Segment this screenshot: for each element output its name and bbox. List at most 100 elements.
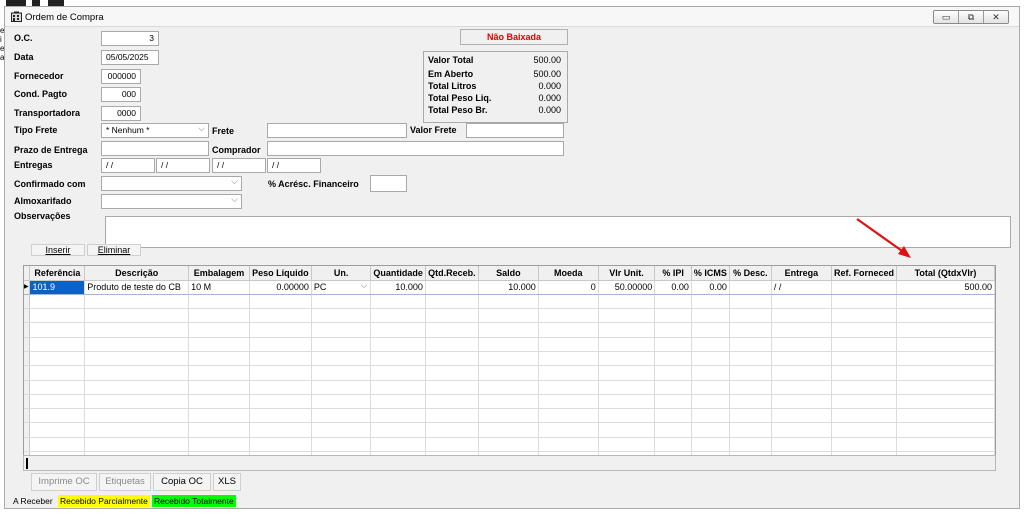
table-row[interactable]	[24, 394, 995, 410]
grid-cell[interactable]	[654, 422, 692, 438]
grid-cell[interactable]	[538, 308, 599, 324]
grid-cell[interactable]	[771, 394, 833, 410]
cell-qtd-receb[interactable]	[425, 279, 479, 295]
grid-cell[interactable]	[188, 322, 250, 338]
grid-cell[interactable]	[188, 308, 250, 324]
cell-ipi[interactable]: 0.00	[654, 279, 692, 295]
grid-cell[interactable]	[598, 365, 656, 381]
grid-cell[interactable]	[771, 337, 833, 352]
grid-cell[interactable]	[311, 365, 372, 381]
grid-cell[interactable]	[188, 351, 250, 367]
cell-peso-liquido[interactable]: 0.00000	[249, 279, 312, 295]
grid-cell[interactable]	[311, 380, 372, 395]
grid-cell[interactable]	[729, 365, 772, 381]
grid-cell[interactable]	[425, 380, 479, 395]
column-header[interactable]: % IPI	[654, 266, 692, 281]
column-header[interactable]: Un.	[311, 266, 372, 281]
tipo-frete-select[interactable]: * Nenhum *	[101, 123, 209, 138]
cell-referencia[interactable]: 101.9	[29, 279, 86, 295]
table-row[interactable]	[24, 422, 995, 438]
grid-cell[interactable]	[771, 294, 833, 310]
grid-cell[interactable]	[691, 337, 730, 352]
cell-unidade-select[interactable]: PC	[311, 279, 372, 295]
grid-cell[interactable]	[425, 422, 479, 438]
grid-cell[interactable]	[691, 394, 730, 410]
grid-cell[interactable]	[691, 365, 730, 381]
column-header[interactable]: % ICMS	[691, 266, 730, 281]
grid-cell[interactable]	[84, 322, 190, 338]
cell-moeda[interactable]: 0	[538, 279, 599, 295]
grid-cell[interactable]	[425, 294, 479, 310]
table-row[interactable]	[24, 365, 995, 381]
cell-total[interactable]: 500.00	[896, 279, 995, 295]
date-field[interactable]: 05/05/2025	[101, 50, 159, 65]
grid-cell[interactable]	[691, 322, 730, 338]
grid-cell[interactable]	[729, 380, 772, 395]
cell-vlr-unit[interactable]: 50.00000	[598, 279, 656, 295]
column-header[interactable]: Saldo	[478, 266, 539, 281]
grid-cell[interactable]	[771, 351, 833, 367]
grid-cell[interactable]	[84, 394, 190, 410]
column-header[interactable]: Quantidade	[370, 266, 426, 281]
grid-cell[interactable]	[425, 322, 479, 338]
grid-cell[interactable]	[831, 294, 898, 310]
grid-cell[interactable]	[29, 380, 86, 395]
grid-cell[interactable]	[370, 294, 426, 310]
grid-cell[interactable]	[538, 408, 599, 424]
grid-cell[interactable]	[370, 308, 426, 324]
entrega-date-3[interactable]: / /	[212, 158, 266, 173]
grid-cell[interactable]	[729, 437, 772, 453]
grid-cell[interactable]	[311, 322, 372, 338]
grid-cell[interactable]	[249, 337, 312, 352]
grid-cell[interactable]	[249, 322, 312, 338]
grid-cell[interactable]	[538, 394, 599, 410]
grid-cell[interactable]	[654, 294, 692, 310]
grid-cell[interactable]	[188, 394, 250, 410]
grid-cell[interactable]	[425, 337, 479, 352]
grid-cell[interactable]	[249, 408, 312, 424]
column-header[interactable]: Ref. Forneced	[831, 266, 898, 281]
grid-cell[interactable]	[831, 394, 898, 410]
grid-cell[interactable]	[598, 380, 656, 395]
table-row[interactable]	[24, 322, 995, 338]
grid-cell[interactable]	[598, 394, 656, 410]
column-header[interactable]: Vlr Unit.	[598, 266, 656, 281]
grid-cell[interactable]	[729, 422, 772, 438]
grid-cell[interactable]	[729, 308, 772, 324]
grid-cell[interactable]	[831, 365, 898, 381]
grid-cell[interactable]	[29, 365, 86, 381]
grid-cell[interactable]	[538, 322, 599, 338]
grid-cell[interactable]	[29, 437, 86, 453]
grid-cell[interactable]	[831, 380, 898, 395]
comprador-field[interactable]	[267, 141, 564, 156]
grid-cell[interactable]	[896, 337, 995, 352]
column-header[interactable]: % Desc.	[729, 266, 772, 281]
title-bar[interactable]: Ordem de Compra ▭ ⧉ ✕	[5, 7, 1019, 27]
grid-cell[interactable]	[691, 294, 730, 310]
grid-cell[interactable]	[84, 380, 190, 395]
grid-cell[interactable]	[370, 437, 426, 453]
column-header[interactable]: Qtd.Receb.	[425, 266, 479, 281]
cell-ref-forneced[interactable]	[831, 279, 898, 295]
grid-cell[interactable]	[654, 380, 692, 395]
table-row[interactable]	[24, 308, 995, 324]
grid-cell[interactable]	[370, 337, 426, 352]
grid-cell[interactable]	[538, 365, 599, 381]
grid-cell[interactable]	[598, 351, 656, 367]
grid-cell[interactable]	[249, 365, 312, 381]
grid-cell[interactable]	[654, 351, 692, 367]
grid-cell[interactable]	[654, 322, 692, 338]
grid-cell[interactable]	[478, 408, 539, 424]
grid-cell[interactable]	[29, 394, 86, 410]
grid-cell[interactable]	[729, 322, 772, 338]
grid-cell[interactable]	[598, 337, 656, 352]
grid-cell[interactable]	[311, 351, 372, 367]
entrega-date-4[interactable]: / /	[267, 158, 321, 173]
grid-cell[interactable]	[370, 351, 426, 367]
grid-cell[interactable]	[311, 437, 372, 453]
acresc-financeiro-field[interactable]	[370, 175, 407, 192]
grid-cell[interactable]	[831, 337, 898, 352]
valor-frete-field[interactable]	[466, 123, 564, 138]
grid-cell[interactable]	[478, 308, 539, 324]
cell-embalagem[interactable]: 10 M	[188, 279, 250, 295]
